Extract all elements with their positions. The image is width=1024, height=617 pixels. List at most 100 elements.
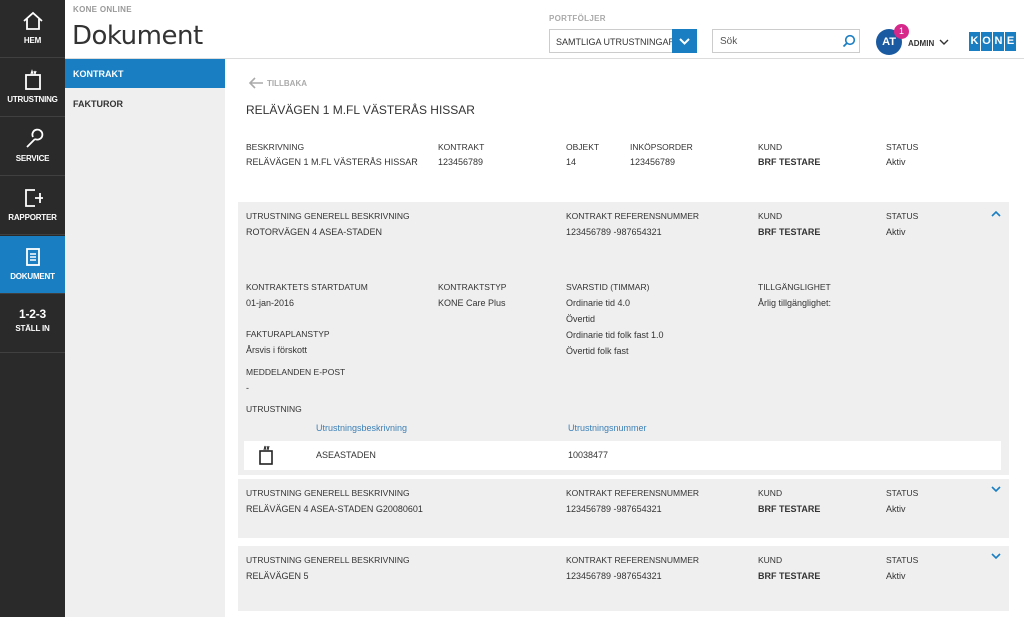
detail-label: KONTRAKTETS STARTDATUM — [246, 282, 368, 292]
chevron-down-icon[interactable] — [939, 37, 949, 47]
detail-label: KONTRAKTSTYP — [438, 282, 507, 292]
detail-label: TILLGÄNGLIGHET — [758, 282, 831, 292]
detail-value: Övertid — [566, 314, 596, 324]
summary-label: OBJEKT — [566, 142, 600, 152]
nav-item-hem[interactable]: HEM — [0, 0, 65, 58]
panel-value: RELÄVÄGEN 4 ASEA-STADEN G20080601 — [246, 504, 423, 514]
panel-value: Aktiv — [886, 227, 906, 237]
equipment-column-header: Utrustningsnummer — [568, 423, 647, 433]
detail-label: MEDDELANDEN E-POST — [246, 367, 346, 377]
detail-label: SVARSTID (TIMMAR) — [566, 282, 650, 292]
panel-value: Aktiv — [886, 571, 906, 581]
logo-letter: O — [981, 32, 992, 51]
main-content: TILLBAKA RELÄVÄGEN 1 M.FL VÄSTERÅS HISSA… — [225, 59, 1024, 617]
chevron-down-icon[interactable] — [991, 552, 1001, 560]
panel-value: ROTORVÄGEN 4 ASEA-STADEN — [246, 227, 383, 237]
panel-label: KONTRAKT REFERENSNUMMER — [566, 211, 700, 221]
panel-label: KONTRAKT REFERENSNUMMER — [566, 488, 700, 498]
summary-value: RELÄVÄGEN 1 M.FL VÄSTERÅS HISSAR — [246, 157, 418, 167]
panel-value: 123456789 -987654321 — [566, 227, 662, 237]
detail-label: UTRUSTNING — [246, 404, 302, 414]
detail-value: Årlig tillgänglighet: — [758, 298, 832, 308]
detail-value: - — [246, 383, 249, 393]
panel-label: KUND — [758, 488, 783, 498]
subnav-item-fakturor[interactable]: FAKTUROR — [65, 89, 225, 118]
chevron-down-icon — [679, 38, 690, 45]
nav-item-label: UTRUSTNING — [7, 95, 58, 104]
logo-letter: N — [993, 32, 1004, 51]
nav-item-rapporter[interactable]: RAPPORTER — [0, 177, 65, 235]
main-navigation: HEM UTRUSTNING SERVICE RAPPORTER DOKUMEN… — [0, 0, 65, 617]
panel-label: KUND — [758, 555, 783, 565]
panel-value: BRF TESTARE — [758, 571, 821, 581]
search-icon[interactable] — [842, 34, 856, 48]
summary-value: 123456789 — [438, 157, 484, 167]
subnav-item-kontrakt[interactable]: KONTRAKT — [65, 59, 231, 88]
detail-value: Årsvis i förskott — [246, 345, 308, 355]
summary-label: KUND — [758, 142, 783, 152]
nav-item-utrustning[interactable]: UTRUSTNING — [0, 59, 65, 117]
summary-label: BESKRIVNING — [246, 142, 305, 152]
panel-label: KUND — [758, 211, 783, 221]
wrench-icon — [25, 128, 43, 148]
elevator-icon — [259, 445, 273, 465]
search-input[interactable]: Sök — [712, 29, 860, 53]
user-menu-label[interactable]: ADMIN — [908, 39, 934, 48]
logo-letter: K — [969, 32, 980, 51]
detail-value: 01-jan-2016 — [246, 298, 295, 308]
equipment-row[interactable]: ASEASTADEN 10038477 — [244, 441, 1001, 470]
top-header: KONE ONLINE Dokument PORTFÖLJER SAMTLIGA… — [65, 0, 1024, 59]
chevron-down-icon[interactable] — [991, 485, 1001, 493]
detail-value: Ordinarie tid folk fast 1.0 — [566, 330, 664, 340]
equipment-panel: UTRUSTNING GENERELL BESKRIVNING ROTORVÄG… — [238, 202, 1009, 475]
panel-label: UTRUSTNING GENERELL BESKRIVNING — [246, 211, 410, 221]
panel-value: 123456789 -987654321 — [566, 571, 662, 581]
equipment-description: ASEASTADEN — [316, 450, 376, 460]
notification-badge[interactable]: 1 — [894, 24, 909, 39]
portfolio-label: PORTFÖLJER — [549, 14, 606, 23]
summary-label: STATUS — [886, 142, 919, 152]
panel-value: 123456789 -987654321 — [566, 504, 662, 514]
portfolio-dropdown-button[interactable] — [672, 29, 697, 53]
equipment-panel[interactable]: UTRUSTNING GENERELL BESKRIVNING RELÄVÄGE… — [238, 546, 1009, 611]
app-label: KONE ONLINE — [73, 5, 132, 14]
home-icon — [22, 11, 43, 30]
steps-icon: 1-2-3 — [18, 307, 46, 321]
nav-item-stall-in[interactable]: 1-2-3 STÄLL IN — [0, 295, 65, 353]
summary-label: KONTRAKT — [438, 142, 485, 152]
nav-item-label: HEM — [23, 36, 42, 45]
summary-value: BRF TESTARE — [758, 157, 821, 167]
summary-label: INKÖPSORDER — [630, 142, 693, 152]
panel-value: Aktiv — [886, 504, 906, 514]
nav-item-label: STÄLL IN — [15, 324, 50, 333]
back-label: TILLBAKA — [267, 79, 307, 88]
nav-item-label: DOKUMENT — [10, 272, 55, 281]
panel-value: RELÄVÄGEN 5 — [246, 571, 309, 581]
contract-title: RELÄVÄGEN 1 M.FL VÄSTERÅS HISSAR — [246, 103, 475, 117]
add-report-icon — [24, 189, 43, 207]
panel-label: STATUS — [886, 488, 919, 498]
panel-label: UTRUSTNING GENERELL BESKRIVNING — [246, 555, 410, 565]
detail-value: KONE Care Plus — [438, 298, 506, 308]
panel-label: STATUS — [886, 211, 919, 221]
nav-item-label: SERVICE — [15, 154, 50, 163]
summary-value: Aktiv — [886, 157, 906, 167]
panel-label: UTRUSTNING GENERELL BESKRIVNING — [246, 488, 410, 498]
panel-label: STATUS — [886, 555, 919, 565]
chevron-up-icon[interactable] — [991, 210, 1001, 218]
elevator-icon — [24, 69, 41, 90]
kone-logo: K O N E — [969, 32, 1016, 51]
detail-value: Ordinarie tid 4.0 — [566, 298, 631, 308]
logo-letter: E — [1005, 32, 1016, 51]
detail-value: Övertid folk fast — [566, 346, 629, 356]
summary-value: 14 — [566, 157, 577, 167]
sub-navigation: KONTRAKT FAKTUROR — [65, 59, 231, 617]
nav-item-dokument[interactable]: DOKUMENT — [0, 236, 65, 294]
panel-value: BRF TESTARE — [758, 227, 821, 237]
equipment-panel[interactable]: UTRUSTNING GENERELL BESKRIVNING RELÄVÄGE… — [238, 479, 1009, 538]
nav-item-service[interactable]: SERVICE — [0, 118, 65, 176]
arrow-left-icon — [248, 77, 263, 89]
page-title: Dokument — [72, 21, 203, 51]
panel-label: KONTRAKT REFERENSNUMMER — [566, 555, 700, 565]
equipment-number: 10038477 — [568, 450, 609, 460]
